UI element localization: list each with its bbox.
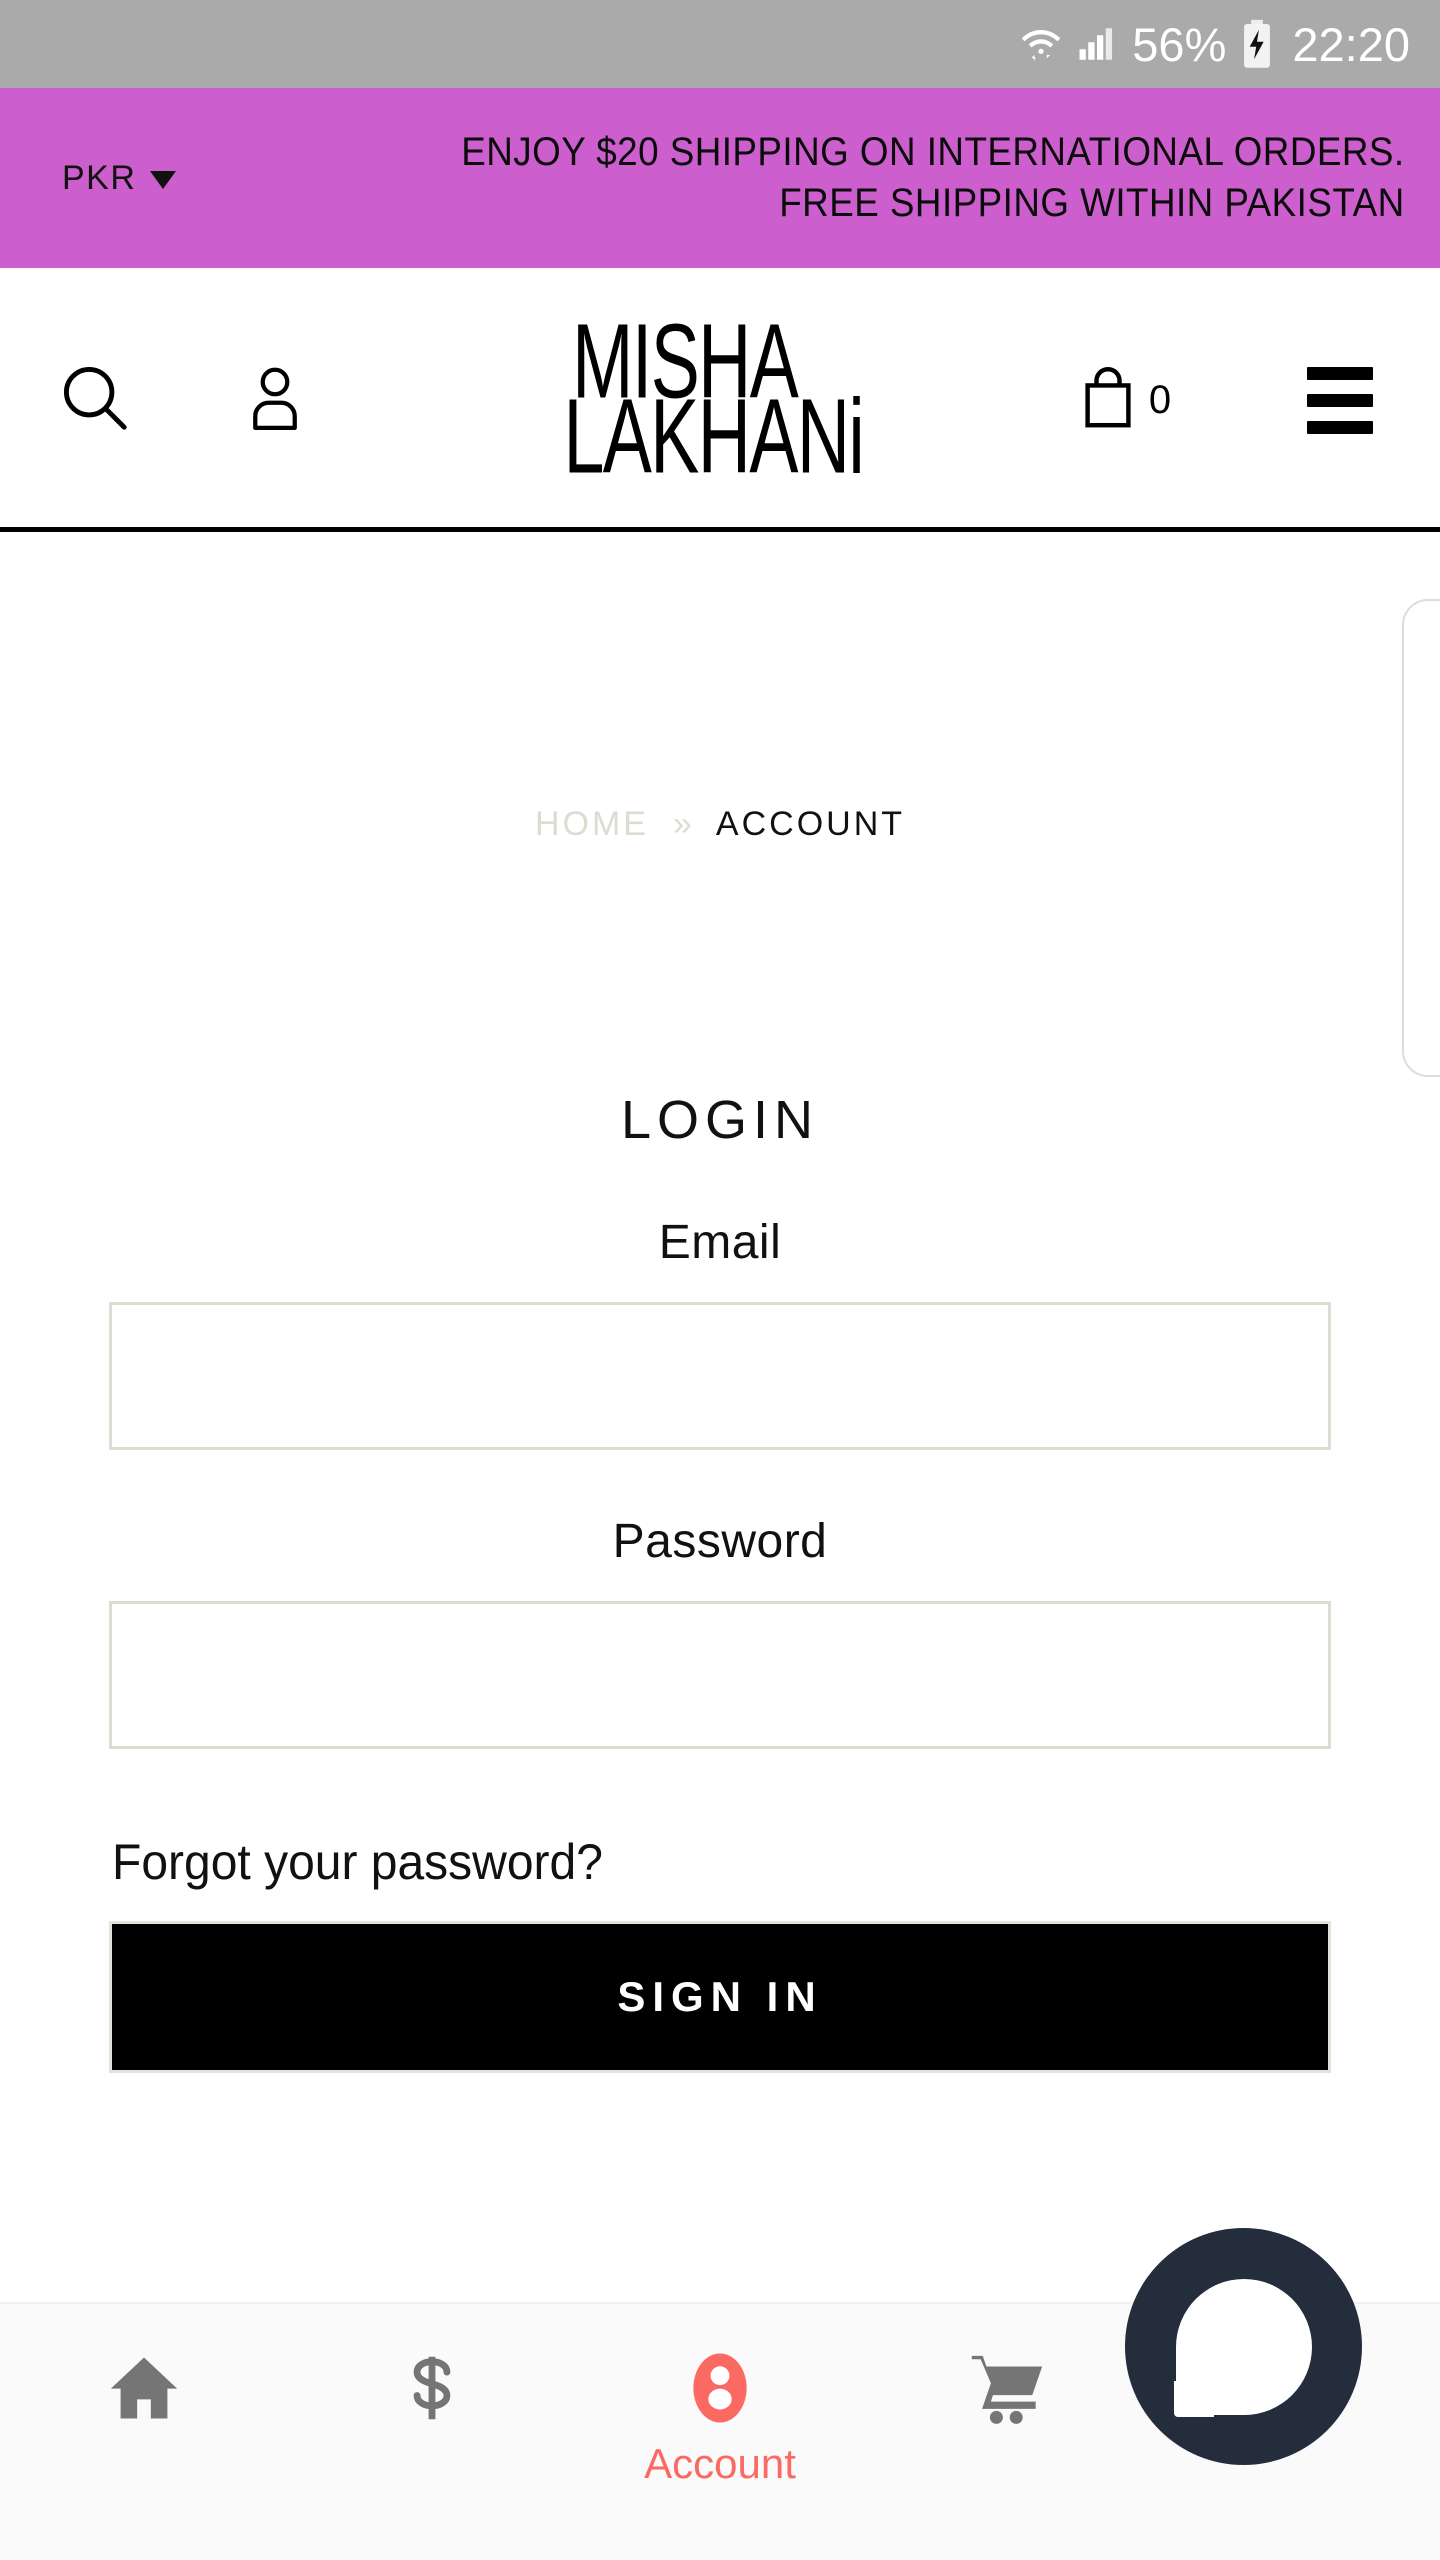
nav-item-currency[interactable] (288, 2342, 576, 2440)
password-label: Password (612, 1515, 828, 1568)
account-icon (681, 2342, 759, 2434)
battery-charging-icon (1240, 19, 1274, 69)
search-button[interactable] (0, 359, 190, 442)
cart-count-badge: 0 (1148, 378, 1172, 422)
dollar-icon (393, 2342, 471, 2434)
chat-widget-button[interactable] (1125, 2228, 1362, 2465)
app-screen: 56% 22:20 PKR ENJOY $20 SHIPPING ON INTE… (0, 0, 1440, 2560)
nav-label-account: Account (644, 2440, 796, 2487)
nav-item-home[interactable] (0, 2342, 288, 2440)
header-account-button[interactable] (190, 361, 360, 440)
search-icon (56, 359, 134, 442)
hamburger-menu-icon (1307, 366, 1373, 434)
currency-selector[interactable]: PKR (0, 158, 177, 198)
cart-button[interactable]: 0 (1010, 364, 1240, 437)
password-input[interactable] (109, 1601, 1331, 1749)
page-title: LOGIN (620, 1090, 820, 1150)
chat-bubble-icon (1173, 2278, 1312, 2417)
login-form: LOGIN Email Password Forgot your passwor… (0, 1089, 1440, 2073)
cart-icon (967, 2342, 1049, 2434)
wifi-icon (1020, 23, 1062, 65)
caret-down-icon (150, 171, 177, 189)
menu-button[interactable] (1240, 366, 1440, 434)
nav-item-account[interactable]: Account (576, 2342, 864, 2488)
main-content: HOME » ACCOUNT LOGIN Email Password Forg… (0, 533, 1440, 2465)
breadcrumb: HOME » ACCOUNT (0, 805, 1440, 844)
site-logo[interactable]: MISHA LAKHANi (360, 308, 1010, 490)
battery-percent-text: 56% (1132, 17, 1227, 71)
forgot-password-link[interactable]: Forgot your password? (112, 1833, 1387, 1891)
promo-message: ENJOY $20 SHIPPING ON INTERNATIONAL ORDE… (461, 129, 1406, 225)
home-icon (105, 2342, 183, 2434)
promo-banner: PKR ENJOY $20 SHIPPING ON INTERNATIONAL … (0, 88, 1440, 268)
email-label: Email (658, 1216, 782, 1269)
cellular-signal-icon (1076, 23, 1118, 65)
email-input[interactable] (109, 1302, 1331, 1450)
currency-label: PKR (62, 158, 137, 197)
user-icon (243, 361, 307, 440)
logo-line-2: LAKHANi (563, 378, 864, 496)
breadcrumb-current: ACCOUNT (715, 805, 906, 843)
sign-in-button[interactable]: SIGN IN (109, 1921, 1331, 2073)
breadcrumb-home-link[interactable]: HOME (535, 805, 649, 844)
status-bar: 56% 22:20 (0, 0, 1440, 88)
clock-text: 22:20 (1292, 17, 1410, 71)
shopping-bag-icon (1079, 364, 1137, 437)
nav-item-cart[interactable] (864, 2342, 1152, 2440)
site-header: MISHA LAKHANi 0 (0, 268, 1440, 532)
breadcrumb-separator: » (672, 805, 692, 843)
